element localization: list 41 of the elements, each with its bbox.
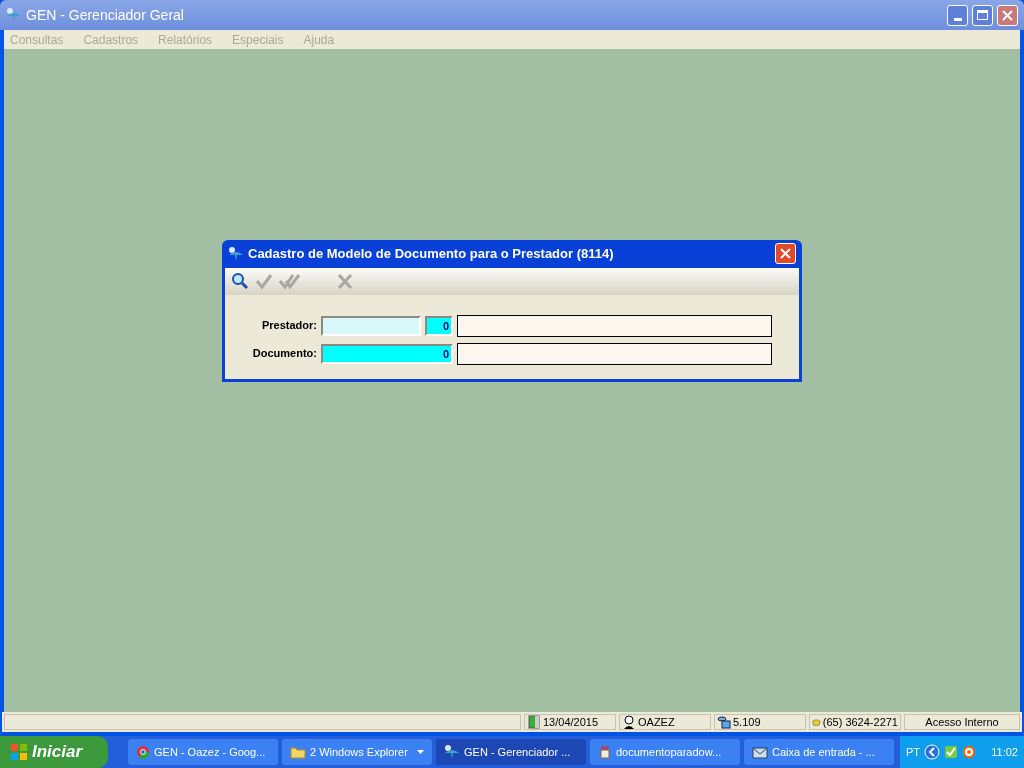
status-text: 13/04/2015 (543, 714, 599, 730)
maximize-icon (977, 10, 988, 20)
field-label: Prestador: (260, 318, 317, 334)
mail-icon (752, 745, 768, 759)
description-field[interactable] (457, 342, 772, 365)
close-button[interactable] (775, 243, 796, 264)
maximize-button[interactable] (972, 4, 993, 26)
number-field[interactable]: 0 (425, 315, 453, 336)
close-icon (780, 248, 791, 259)
shield-check-icon[interactable] (944, 745, 959, 759)
taskbar-button[interactable]: 2 Windows Explorer (282, 739, 432, 765)
clock: 11:02 (991, 744, 1018, 760)
browser-icon (136, 745, 150, 759)
folder-icon (290, 745, 306, 759)
windows-logo-icon (10, 743, 28, 761)
minimize-button[interactable] (947, 4, 968, 26)
paint-jar-icon (598, 745, 612, 759)
taskbar-button[interactable]: documentoparadow... (590, 739, 740, 765)
status-text: 5.109 (733, 714, 761, 730)
status-text: (65) 3624-2271 (822, 714, 898, 730)
calendar-icon (527, 715, 541, 729)
code-field[interactable] (321, 315, 421, 336)
minimize-icon (953, 17, 962, 21)
field-label: Documento: (251, 346, 317, 362)
close-button[interactable] (997, 4, 1018, 26)
taskbar-button[interactable]: GEN - Gerenciador ... (436, 739, 586, 765)
ring-icon[interactable] (962, 745, 977, 759)
start-button[interactable]: Iniciar (0, 736, 108, 768)
number-field[interactable]: 0 (321, 343, 453, 364)
language-indicator[interactable]: PT (906, 743, 921, 761)
close-icon (1002, 9, 1013, 21)
database-icon (717, 715, 731, 729)
taskbar-button[interactable]: Caixa de entrada - ... (744, 739, 894, 765)
description-field[interactable] (457, 314, 772, 337)
status-text: OAZEZ (638, 714, 675, 730)
status-text: Acesso Interno (925, 714, 999, 730)
taskbar-button[interactable]: GEN - Oazez - Goog... (128, 739, 278, 765)
person-icon (622, 715, 636, 729)
search-icon[interactable] (231, 272, 249, 290)
window-title: GEN - Gerenciador Geral (26, 5, 185, 25)
dialog-title: Cadastro de Modelo de Documento para o Prestador (8114) (248, 244, 615, 263)
